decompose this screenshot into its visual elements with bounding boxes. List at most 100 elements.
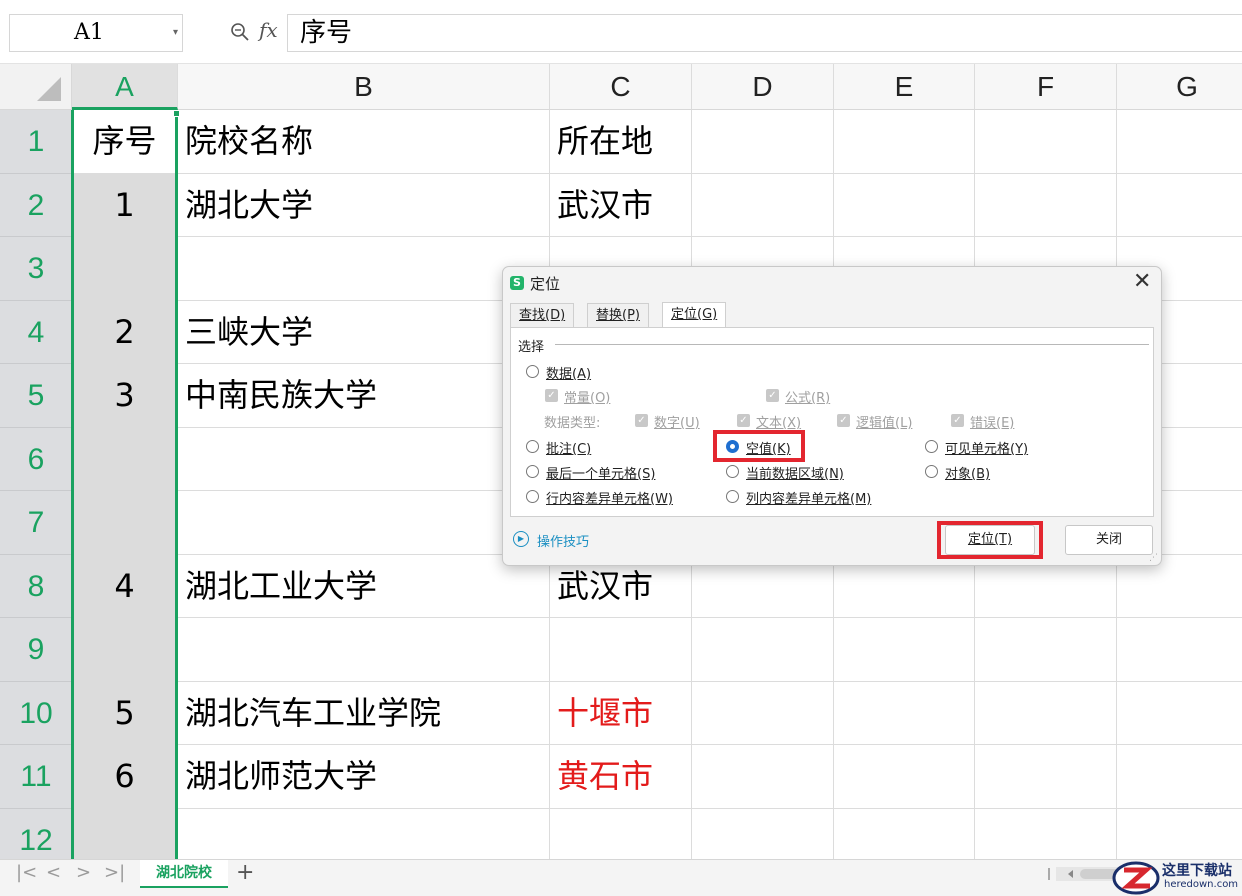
- cell-b2[interactable]: 湖北大学: [178, 173, 550, 237]
- cell-b6[interactable]: [178, 427, 550, 491]
- prev-sheet-icon[interactable]: <: [46, 862, 61, 883]
- close-button[interactable]: 关闭: [1065, 525, 1153, 555]
- cell-empty[interactable]: [1117, 618, 1242, 682]
- cell-a6[interactable]: [72, 427, 178, 491]
- cell-c2[interactable]: 武汉市: [550, 173, 692, 237]
- row-header[interactable]: 2: [0, 173, 72, 237]
- row-header[interactable]: 9: [0, 618, 72, 682]
- cell-c1[interactable]: 所在地: [550, 110, 692, 174]
- row-header[interactable]: 10: [0, 681, 72, 745]
- cell-empty[interactable]: [834, 618, 975, 682]
- column-header-g[interactable]: G: [1117, 64, 1242, 110]
- cell-empty[interactable]: [975, 173, 1117, 237]
- radio-comments[interactable]: [526, 440, 539, 453]
- checkbox-numbers[interactable]: ✓: [635, 414, 648, 427]
- sheet-tab-active[interactable]: 湖北院校: [140, 860, 228, 888]
- cell-empty[interactable]: [975, 808, 1117, 859]
- last-sheet-icon[interactable]: >|: [104, 862, 125, 883]
- cell-a10[interactable]: 5: [72, 681, 178, 745]
- column-header-e[interactable]: E: [834, 64, 975, 110]
- chevron-down-icon[interactable]: ▾: [173, 15, 178, 51]
- cell-a2[interactable]: 1: [72, 173, 178, 237]
- formula-input[interactable]: 序号: [287, 14, 1242, 52]
- checkbox-errors[interactable]: ✓: [951, 414, 964, 427]
- cell-empty[interactable]: [1117, 745, 1242, 809]
- cell-empty[interactable]: [692, 618, 834, 682]
- cell-b7[interactable]: [178, 491, 550, 555]
- row-header[interactable]: 6: [0, 427, 72, 491]
- cell-c11[interactable]: 黄石市: [550, 745, 692, 809]
- cell-b9[interactable]: [178, 618, 550, 682]
- select-all-corner[interactable]: [0, 64, 72, 110]
- cell-empty[interactable]: [975, 745, 1117, 809]
- column-header-f[interactable]: F: [975, 64, 1117, 110]
- row-header[interactable]: 11: [0, 745, 72, 809]
- cell-empty[interactable]: [834, 110, 975, 174]
- radio-visible-cells[interactable]: [925, 440, 938, 453]
- checkbox-formulas[interactable]: ✓: [766, 389, 779, 402]
- cell-b4[interactable]: 三峡大学: [178, 300, 550, 364]
- cell-a9[interactable]: [72, 618, 178, 682]
- cell-empty[interactable]: [692, 745, 834, 809]
- cell-empty[interactable]: [834, 681, 975, 745]
- cell-empty[interactable]: [1117, 174, 1242, 237]
- zoom-formula-icon[interactable]: [230, 22, 250, 42]
- radio-last-cell[interactable]: [526, 465, 539, 478]
- tab-find[interactable]: 查找(D): [510, 303, 575, 327]
- name-box[interactable]: A1 ▾: [9, 14, 183, 52]
- row-header[interactable]: 1: [0, 110, 72, 174]
- row-header[interactable]: 12: [0, 808, 72, 859]
- cell-a11[interactable]: 6: [72, 745, 178, 809]
- cell-a5[interactable]: 3: [72, 364, 178, 428]
- cell-empty[interactable]: [834, 745, 975, 809]
- cell-empty[interactable]: [975, 110, 1117, 174]
- cell-empty[interactable]: [1117, 682, 1242, 745]
- function-icon[interactable]: fx: [259, 18, 278, 42]
- radio-objects[interactable]: [925, 465, 938, 478]
- add-sheet-icon[interactable]: +: [236, 860, 254, 885]
- cell-b11[interactable]: 湖北师范大学: [178, 745, 550, 809]
- cell-empty[interactable]: [692, 173, 834, 237]
- checkbox-constants[interactable]: ✓: [545, 389, 558, 402]
- first-sheet-icon[interactable]: |<: [16, 862, 37, 883]
- cell-b3[interactable]: [178, 237, 550, 301]
- cell-empty[interactable]: [1117, 809, 1242, 860]
- cell-empty[interactable]: [975, 618, 1117, 682]
- locate-button[interactable]: 定位(T): [945, 525, 1035, 555]
- column-header-c[interactable]: C: [550, 64, 692, 110]
- cell-empty[interactable]: [1117, 110, 1242, 174]
- cell-b5[interactable]: 中南民族大学: [178, 364, 550, 428]
- cell-empty[interactable]: [975, 681, 1117, 745]
- cell-b1[interactable]: 院校名称: [178, 110, 550, 174]
- cell-empty[interactable]: [692, 110, 834, 174]
- column-header-b[interactable]: B: [178, 64, 550, 110]
- cell-b8[interactable]: 湖北工业大学: [178, 554, 550, 618]
- cell-a12[interactable]: [72, 808, 178, 859]
- cell-a8[interactable]: 4: [72, 554, 178, 618]
- fill-handle[interactable]: [173, 110, 180, 117]
- tips-link[interactable]: 操作技巧: [537, 531, 589, 550]
- checkbox-text[interactable]: ✓: [737, 414, 750, 427]
- row-header[interactable]: 4: [0, 300, 72, 364]
- close-icon[interactable]: ✕: [1133, 269, 1151, 294]
- tab-goto[interactable]: 定位(G): [662, 302, 727, 328]
- cell-b10[interactable]: 湖北汽车工业学院: [178, 681, 550, 745]
- row-header[interactable]: 5: [0, 364, 72, 428]
- cell-c10[interactable]: 十堰市: [550, 681, 692, 745]
- resize-grip-icon[interactable]: ⋰: [1149, 553, 1159, 563]
- cell-a7[interactable]: [72, 491, 178, 555]
- next-sheet-icon[interactable]: >: [76, 862, 91, 883]
- radio-row-differences[interactable]: [526, 490, 539, 503]
- cell-empty[interactable]: [692, 808, 834, 859]
- cell-empty[interactable]: [692, 681, 834, 745]
- cell-c12[interactable]: [550, 808, 692, 859]
- cell-a1[interactable]: 序号: [72, 110, 178, 174]
- cell-empty[interactable]: [834, 808, 975, 859]
- row-header[interactable]: 8: [0, 554, 72, 618]
- cell-a4[interactable]: 2: [72, 300, 178, 364]
- tab-replace[interactable]: 替换(P): [587, 303, 649, 327]
- cell-c9[interactable]: [550, 618, 692, 682]
- checkbox-logicals[interactable]: ✓: [837, 414, 850, 427]
- column-header-a[interactable]: A: [72, 64, 178, 110]
- cell-a3[interactable]: [72, 237, 178, 301]
